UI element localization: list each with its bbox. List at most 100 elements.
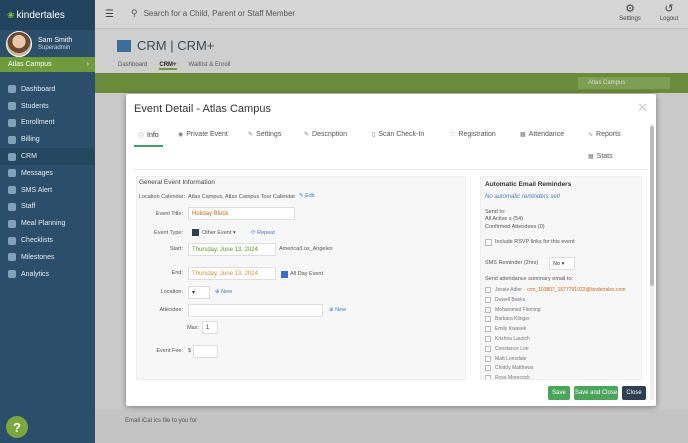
tab-info[interactable]: ⓘ Info [134, 131, 163, 147]
staff-recipient[interactable]: Rose Morecock [485, 375, 530, 379]
tab-settings[interactable]: ✎ Settings [248, 131, 281, 138]
staff-checkbox[interactable] [485, 365, 491, 372]
tab-dashboard[interactable]: Dashboard [118, 62, 147, 70]
staff-checkbox[interactable] [485, 306, 491, 313]
modal-title: Event Detail - Atlas Campus [134, 103, 271, 115]
location-select[interactable]: ▾ [188, 286, 210, 299]
start-date-input[interactable]: Thursday, June 13, 2024 [188, 243, 276, 256]
location-calendar-value: Atlas Campus, Atlas Campus Tour Calendar [188, 194, 296, 200]
tab-description[interactable]: ✎ Description [304, 131, 347, 138]
staff-name: Emily Kwasek [495, 326, 527, 333]
settings-button[interactable]: ⚙ Settings [615, 3, 645, 22]
logout-icon: ↺ [664, 3, 674, 15]
rsvp-label: Include RSVP links for this event [495, 239, 575, 245]
tab-waitlist[interactable]: Waitlist & Enroll [189, 62, 231, 70]
save-button[interactable]: Save [548, 386, 570, 400]
users-icon: ▩ [520, 132, 526, 138]
staff-checkbox[interactable] [485, 296, 491, 303]
menu-icon[interactable]: ☰ [105, 9, 114, 20]
crm-icon [117, 39, 131, 52]
logout-button[interactable]: ↺ Logout [654, 3, 684, 22]
staff-recipient[interactable]: Barbara Klinger [485, 316, 530, 323]
sidebar-item-students[interactable]: Students [0, 98, 95, 115]
sidebar-item-meal-planning[interactable]: Meal Planning [0, 215, 95, 232]
sidebar-item-enrollment[interactable]: Enrollment [0, 115, 95, 132]
staff-recipient[interactable]: Emily Kwasek [485, 326, 527, 333]
staff-checkbox[interactable] [485, 316, 491, 323]
all-day-checkbox[interactable] [281, 271, 288, 278]
location-label: Location: [160, 289, 183, 295]
sidebar-item-checklists[interactable]: Checklists [0, 232, 95, 249]
sidebar-item-milestones[interactable]: Milestones [0, 249, 95, 266]
staff-email: - crm_103807_1677791022@kindertales.com [523, 287, 626, 293]
event-type-select[interactable]: Other Event ▾ [192, 229, 236, 236]
nav-icon [8, 135, 16, 144]
user-profile[interactable]: Sam Smith Superadmin [0, 30, 95, 57]
repeat-link[interactable]: ⟳ Repeat [251, 230, 275, 236]
staff-recipient[interactable]: Constance Lee [485, 345, 529, 352]
app-logo[interactable]: ❀ kindertales [0, 0, 95, 30]
chart-line-icon: ∿ [588, 132, 594, 138]
sidebar-item-sms-alert[interactable]: SMS Alert [0, 182, 95, 199]
campus-selector[interactable]: Atlas Campus › [0, 57, 95, 72]
staff-checkbox[interactable] [485, 375, 491, 379]
staff-checkbox[interactable] [485, 326, 491, 333]
modal-scrollbar[interactable] [650, 124, 654, 400]
all-day-label: All Day Event [290, 271, 324, 277]
staff-checkbox[interactable] [485, 336, 491, 342]
user-role: Superadmin [38, 45, 71, 51]
sidebar-item-analytics[interactable]: Analytics [0, 266, 95, 283]
edit-icon: ✎ [304, 132, 310, 138]
staff-recipient[interactable]: Chiddy Matthews [485, 365, 533, 372]
event-detail-modal: Event Detail - Atlas Campus ✕ ⓘ Info ◉ Pri… [126, 94, 656, 406]
staff-recipient[interactable]: Mohammed Fleming [485, 306, 541, 313]
new-location-link[interactable]: ⊕ New [215, 289, 232, 295]
campus-select[interactable]: Atlas Campus [578, 77, 670, 89]
save-and-close-button[interactable]: Save and Close [574, 386, 618, 400]
close-button[interactable]: Close [622, 386, 646, 400]
tab-stats[interactable]: ▦ Stats [588, 153, 613, 160]
max-input[interactable]: 1 [202, 321, 218, 334]
all-active-option[interactable]: All Active s (54) [485, 216, 523, 222]
event-type-label: Event Type: [154, 230, 183, 236]
staff-recipient[interactable]: Jessie Adler - crm_103807_1677791022@kind… [485, 287, 626, 293]
help-button[interactable]: ? [6, 416, 28, 438]
sidebar-item-crm[interactable]: CRM [0, 148, 95, 165]
search-input[interactable]: ⚲ Search for a Child, Parent or Staff Mem… [131, 8, 295, 19]
info-icon: ⓘ [138, 134, 145, 140]
attendee-input[interactable] [188, 304, 323, 317]
no-reminders-text: No automatic reminders set! [485, 194, 561, 200]
sidebar-item-staff[interactable]: Staff [0, 199, 95, 216]
sidebar-item-label: Meal Planning [21, 220, 66, 228]
tab-attendance[interactable]: ▩ Attendance [520, 131, 564, 138]
staff-checkbox[interactable] [485, 287, 491, 293]
tab-reports[interactable]: ∿ Reports [588, 131, 621, 138]
sidebar-item-messages[interactable]: Messages [0, 165, 95, 182]
sidebar-item-billing[interactable]: Billing [0, 131, 95, 148]
fee-input[interactable] [193, 345, 218, 358]
event-title-input[interactable]: Holiday Block [188, 207, 295, 220]
staff-checkbox[interactable] [485, 355, 491, 362]
tab-registration[interactable]: ♡ Registration [450, 131, 496, 138]
sidebar-item-label: Milestones [21, 253, 55, 261]
repeat-icon: ⟳ [251, 230, 256, 236]
tab-crm-plus[interactable]: CRM+ [159, 62, 177, 70]
sidebar-item-dashboard[interactable]: Dashboard [0, 81, 95, 98]
scrollbar-thumb[interactable] [650, 126, 654, 286]
tab-private-event[interactable]: ◉ Private Event [178, 131, 228, 138]
new-attendee-link[interactable]: ⊕ New [329, 307, 346, 313]
page-title: CRM | CRM+ [117, 38, 214, 53]
start-label: Start: [169, 246, 183, 252]
tab-scan-check-in[interactable]: ▯ Scan Check-In [372, 131, 424, 138]
staff-recipient[interactable]: Duwell Banks [485, 296, 525, 303]
staff-recipient[interactable]: Krishna Laurich [485, 336, 530, 342]
sms-reminder-select[interactable]: No ▾ [549, 257, 575, 270]
confirmed-option[interactable]: Confirmed Attendees (0) [485, 224, 545, 230]
staff-recipient[interactable]: Matt Lonsdale [485, 355, 526, 362]
close-icon[interactable]: ✕ [637, 100, 648, 116]
staff-checkbox[interactable] [485, 345, 491, 352]
end-date-input[interactable]: Thursday, June 13, 2024 [188, 267, 276, 280]
rsvp-checkbox[interactable] [485, 239, 492, 246]
sidebar-item-label: CRM [21, 153, 37, 161]
edit-link[interactable]: ✎ Edit [299, 193, 315, 199]
